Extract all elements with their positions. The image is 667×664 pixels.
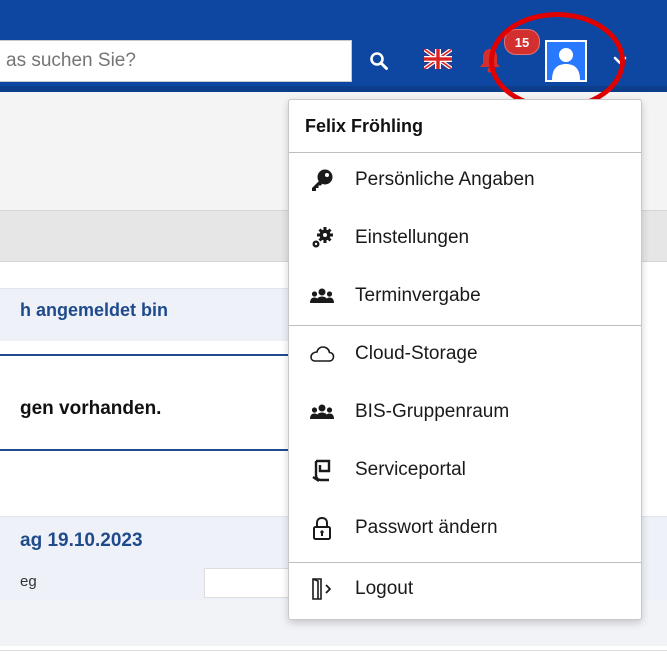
cloud-icon	[309, 341, 335, 367]
menu-item-terminvergabe[interactable]: Terminvergabe	[289, 273, 641, 319]
table-cell-field[interactable]	[204, 568, 290, 598]
panel-message: gen vorhanden.	[20, 398, 162, 419]
divider	[0, 650, 667, 651]
menu-divider	[289, 562, 641, 563]
menu-item-cloud-storage[interactable]: Cloud-Storage	[289, 331, 641, 377]
uk-flag-icon	[422, 47, 454, 71]
menu-item-label: Persönliche Angaben	[355, 169, 535, 190]
menu-item-einstellungen[interactable]: Einstellungen	[289, 215, 641, 261]
panel-title: h angemeldet bin	[20, 300, 169, 320]
user-dropdown-menu: Felix Fröhling Persönliche Angaben Einst…	[288, 99, 642, 620]
menu-item-label: Terminvergabe	[355, 285, 481, 306]
menu-divider	[289, 152, 641, 153]
search-icon	[370, 52, 388, 70]
highlight-annotation-circle	[489, 12, 625, 110]
serviceportal-icon	[309, 457, 335, 483]
logout-icon	[309, 576, 335, 602]
table-cell: eg	[20, 573, 37, 590]
menu-item-label: Einstellungen	[355, 227, 470, 248]
menu-item-label: BIS-Gruppenraum	[355, 401, 510, 422]
gears-icon	[309, 225, 335, 251]
search-input[interactable]	[0, 40, 352, 82]
language-switch-button[interactable]	[422, 47, 454, 71]
menu-item-bis-gruppenraum[interactable]: BIS-Gruppenraum	[289, 389, 641, 435]
lock-icon	[309, 515, 335, 541]
divider	[0, 449, 290, 451]
menu-item-persoenliche-angaben[interactable]: Persönliche Angaben	[289, 157, 641, 203]
menu-item-label: Passwort ändern	[355, 517, 498, 538]
menu-item-label: Serviceportal	[355, 459, 466, 480]
users-icon	[309, 283, 335, 309]
menu-item-logout[interactable]: Logout	[289, 566, 641, 612]
menu-item-label: Cloud-Storage	[355, 343, 478, 364]
menu-divider	[289, 325, 641, 326]
menu-item-passwort-aendern[interactable]: Passwort ändern	[289, 505, 641, 551]
users-icon	[309, 399, 335, 425]
search-button[interactable]	[352, 40, 406, 82]
menu-item-label: Logout	[355, 578, 414, 599]
date-panel-title: ag 19.10.2023	[20, 530, 143, 551]
key-icon	[309, 167, 335, 193]
divider	[0, 354, 290, 356]
menu-item-serviceportal[interactable]: Serviceportal	[289, 447, 641, 493]
user-name: Felix Fröhling	[305, 116, 424, 136]
